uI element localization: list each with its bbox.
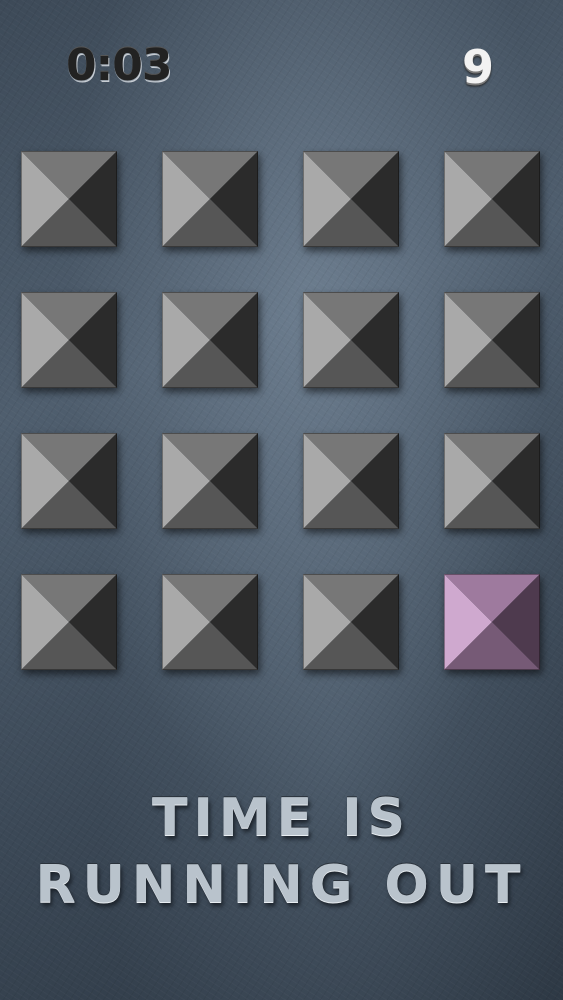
tile-15[interactable]	[303, 574, 399, 670]
message-line-2: RUNNING OUT	[35, 855, 528, 915]
tile-11[interactable]	[303, 433, 399, 529]
tile-1[interactable]	[21, 151, 117, 247]
timer-display: 0:03	[66, 40, 172, 91]
tile-6[interactable]	[162, 292, 258, 388]
tile-9[interactable]	[21, 433, 117, 529]
tile-4[interactable]	[444, 151, 540, 247]
tile-13[interactable]	[21, 574, 117, 670]
tile-14[interactable]	[162, 574, 258, 670]
tile-10[interactable]	[162, 433, 258, 529]
tile-3[interactable]	[303, 151, 399, 247]
tile-12[interactable]	[444, 433, 540, 529]
tile-5[interactable]	[21, 292, 117, 388]
tile-16-highlighted[interactable]	[444, 574, 540, 670]
tile-8[interactable]	[444, 292, 540, 388]
message-line-1: TIME IS	[152, 788, 411, 848]
tile-2[interactable]	[162, 151, 258, 247]
score-display: 9	[462, 40, 495, 94]
tile-7[interactable]	[303, 292, 399, 388]
